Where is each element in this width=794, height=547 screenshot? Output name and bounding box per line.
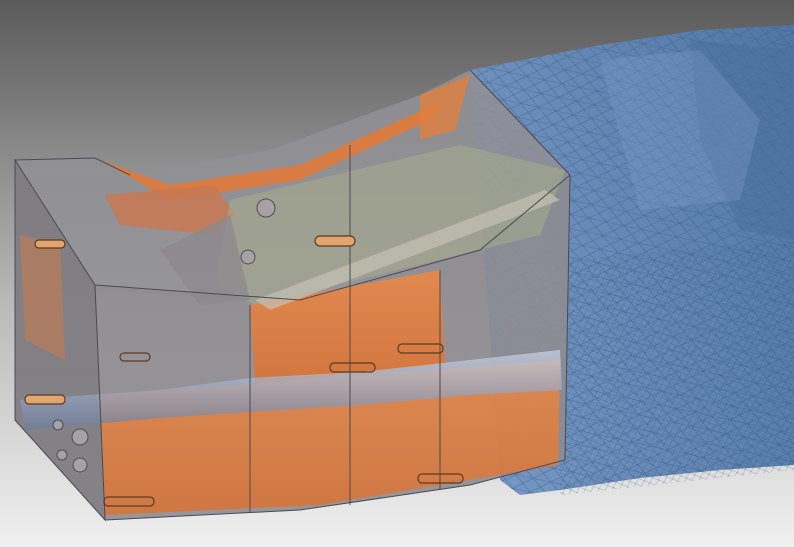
slot-hole[interactable] <box>24 394 66 405</box>
3d-viewport[interactable] <box>0 0 794 547</box>
round-hole[interactable] <box>56 449 68 461</box>
round-hole[interactable] <box>256 198 276 218</box>
model-scene[interactable] <box>0 0 794 547</box>
round-hole[interactable] <box>72 457 88 473</box>
round-hole[interactable] <box>71 428 89 446</box>
round-hole[interactable] <box>240 249 256 265</box>
slot-hole[interactable] <box>314 235 356 247</box>
round-hole[interactable] <box>52 419 64 431</box>
slot-hole[interactable] <box>34 239 66 249</box>
